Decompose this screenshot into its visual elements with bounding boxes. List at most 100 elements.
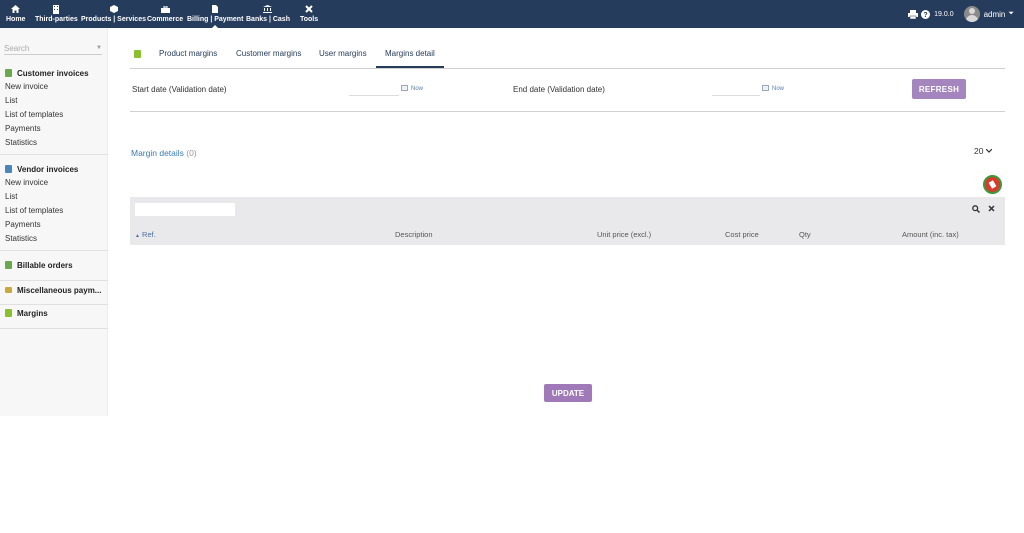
tab-user-margins[interactable]: User margins <box>319 44 367 68</box>
refresh-button[interactable]: REFRESH <box>912 79 966 99</box>
top-menu-bar: Home Third-parties Products | Services C… <box>0 0 1024 28</box>
menu-products-services[interactable]: Products | Services <box>81 3 146 27</box>
sidebar-link-new-invoice[interactable]: New invoice <box>0 176 108 190</box>
menu-label: Commerce <box>147 16 184 23</box>
start-date-label: Start date (Validation date) <box>132 85 227 94</box>
briefcase-icon <box>160 3 170 15</box>
user-area: ? 19.0.0 admin ⏷ <box>908 0 1024 28</box>
svg-text:?: ? <box>923 12 927 19</box>
export-icon[interactable] <box>983 175 1002 194</box>
list-count: (0) <box>186 148 197 158</box>
end-date-input[interactable] <box>712 86 760 96</box>
menu-home[interactable]: Home <box>6 3 25 27</box>
sidebar-link-list[interactable]: List <box>0 190 108 204</box>
column-header-cost-price[interactable]: Cost price <box>725 230 759 239</box>
menu-commerce[interactable]: Commerce <box>147 3 183 27</box>
tab-product-margins[interactable]: Product margins <box>159 44 217 68</box>
cube-icon <box>109 3 118 15</box>
start-date-now-link[interactable]: Now <box>411 86 423 92</box>
tab-margins-detail[interactable]: Margins detail <box>376 44 444 68</box>
menu-label: Home <box>6 16 26 23</box>
money-icon <box>5 287 12 293</box>
menu-billing-payment[interactable]: Billing | Payment <box>187 3 244 28</box>
sidebar-item-billable-orders[interactable]: Billable orders <box>0 258 108 272</box>
bank-icon <box>263 3 273 15</box>
end-date-label: End date (Validation date) <box>513 85 605 94</box>
print-icon[interactable] <box>908 9 919 19</box>
building-icon <box>53 3 60 15</box>
sidebar-section-title: Vendor invoices <box>17 164 79 174</box>
avatar[interactable] <box>963 6 980 22</box>
sidebar-link-list-of-templates[interactable]: List of templates <box>0 204 108 218</box>
start-date-input[interactable] <box>349 86 399 96</box>
sidebar-link-list[interactable]: List <box>0 94 108 108</box>
date-filter-bar: Start date (Validation date) Now End dat… <box>130 75 1005 112</box>
sidebar-section-margins: Margins <box>0 305 108 329</box>
wrench-icon <box>305 3 313 15</box>
column-header-amount[interactable]: Amount (inc. tax) <box>902 230 959 239</box>
tab-customer-margins[interactable]: Customer margins <box>236 44 301 68</box>
sidebar-section-billable-orders: Billable orders <box>0 257 108 281</box>
search-icon[interactable] <box>972 205 980 213</box>
page-size-select[interactable]: 20 <box>974 146 993 156</box>
invoice-icon <box>5 69 12 77</box>
ref-filter-input[interactable] <box>135 203 235 216</box>
sidebar-link-statistics[interactable]: Statistics <box>0 136 108 150</box>
file-invoice-icon <box>212 3 219 15</box>
close-icon[interactable] <box>988 205 995 212</box>
search-input[interactable]: Search ▼ <box>4 42 102 55</box>
column-header-ref[interactable]: ▲ Ref. <box>135 230 156 239</box>
invoice-icon <box>5 165 12 173</box>
calculator-icon <box>5 309 12 317</box>
sidebar-section-misc-payments: Miscellaneous paym... <box>0 281 108 305</box>
sidebar-link-list-of-templates[interactable]: List of templates <box>0 108 108 122</box>
search-placeholder: Search <box>4 43 30 53</box>
calculator-icon <box>134 50 141 58</box>
sidebar-link-payments[interactable]: Payments <box>0 218 108 232</box>
column-header-description[interactable]: Description <box>395 230 433 239</box>
margin-details-table: ▲ Ref. Description Unit price (excl.) Co… <box>130 197 1005 245</box>
menu-label: Tools <box>300 16 319 23</box>
chevron-down-icon <box>986 149 993 153</box>
sort-up-icon: ▲ <box>135 233 140 239</box>
menu-label: Third-parties <box>35 16 78 23</box>
table-filter-actions <box>972 205 995 213</box>
menu-label: Banks | Cash <box>246 16 290 23</box>
column-header-qty[interactable]: Qty <box>799 230 811 239</box>
menu-third-parties[interactable]: Third-parties <box>35 3 78 27</box>
help-icon[interactable]: ? <box>921 9 931 19</box>
sidebar-section-vendor-invoices: Vendor invoices New invoice List List of… <box>0 162 108 251</box>
version-label: 19.0.0 <box>934 10 954 18</box>
tab-bar: Product margins Customer margins User ma… <box>130 44 1005 69</box>
end-date-now-link[interactable]: Now <box>772 86 784 92</box>
sidebar-section-title: Miscellaneous paym... <box>17 285 102 295</box>
calendar-icon[interactable] <box>401 85 408 91</box>
sidebar-link-statistics[interactable]: Statistics <box>0 232 108 246</box>
menu-label: Billing | Payment <box>187 16 244 23</box>
sidebar-section-customer-invoices: Customer invoices New invoice List List … <box>0 66 108 155</box>
sidebar-link-payments[interactable]: Payments <box>0 122 108 136</box>
username[interactable]: admin <box>984 10 1006 19</box>
sidebar-item-customer-invoices[interactable]: Customer invoices <box>0 66 108 80</box>
sidebar-section-title: Customer invoices <box>17 68 89 78</box>
list-title-text: Margin details <box>131 148 184 158</box>
sidebar-item-vendor-invoices[interactable]: Vendor invoices <box>0 162 108 176</box>
sidebar: Search ▼ Customer invoices New invoice L… <box>0 28 108 416</box>
chevron-down-icon[interactable]: ⏷ <box>1008 10 1014 18</box>
calendar-icon[interactable] <box>762 85 769 91</box>
list-title: Margin details (0) <box>131 148 197 158</box>
sidebar-section-title: Billable orders <box>17 260 73 270</box>
chevron-down-icon[interactable]: ▼ <box>96 45 102 51</box>
sidebar-section-title: Margins <box>17 308 48 318</box>
home-icon <box>11 3 21 15</box>
order-icon <box>5 261 12 269</box>
menu-tools[interactable]: Tools <box>300 3 318 27</box>
sidebar-item-misc-payments[interactable]: Miscellaneous paym... <box>0 283 108 297</box>
column-header-unit-price[interactable]: Unit price (excl.) <box>597 230 651 239</box>
sidebar-item-margins[interactable]: Margins <box>0 306 108 320</box>
menu-label: Products | Services <box>81 16 146 23</box>
update-button[interactable]: UPDATE <box>544 384 592 402</box>
sidebar-link-new-invoice[interactable]: New invoice <box>0 80 108 94</box>
column-header-label: Ref. <box>142 230 156 239</box>
menu-banks-cash[interactable]: Banks | Cash <box>246 3 290 27</box>
